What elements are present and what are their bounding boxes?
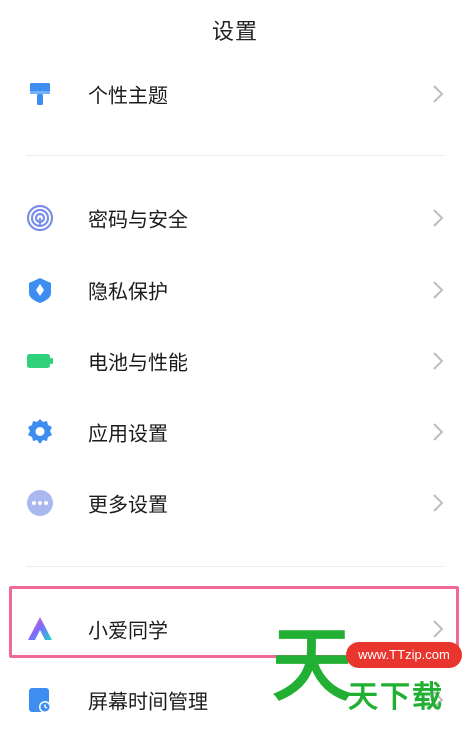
chevron-right-icon [432, 351, 444, 371]
chevron-right-icon [432, 493, 444, 513]
chevron-right-icon [432, 208, 444, 228]
settings-item-label: 电池与性能 [88, 350, 188, 375]
settings-item-label: 屏幕时间管理 [88, 689, 208, 714]
settings-item-privacy[interactable]: 隐私保护 [0, 260, 470, 320]
watermark-logo-char: 天 [272, 619, 352, 712]
chevron-right-icon [432, 422, 444, 442]
settings-item-battery[interactable]: 电池与性能 [0, 331, 470, 391]
settings-item-label: 密码与安全 [88, 207, 188, 232]
battery-icon [26, 347, 54, 375]
settings-item-app-settings[interactable]: 应用设置 [0, 402, 470, 462]
more-dots-icon [26, 489, 54, 517]
watermark-text: 天下载 [348, 680, 444, 715]
group-divider [26, 155, 444, 156]
group-divider [26, 566, 444, 567]
paint-brush-icon [26, 80, 54, 108]
settings-item-label: 隐私保护 [88, 279, 168, 304]
settings-item-label: 更多设置 [88, 492, 168, 517]
settings-item-password-security[interactable]: 密码与安全 [0, 188, 470, 248]
settings-item-more-settings[interactable]: 更多设置 [0, 473, 470, 533]
screen-time-icon [26, 686, 54, 714]
gear-icon [26, 418, 54, 446]
settings-item-label: 应用设置 [88, 421, 168, 446]
settings-item-theme[interactable]: 个性主题 [0, 64, 470, 124]
watermark-url: www.TTzip.com [346, 642, 462, 668]
chevron-right-icon [432, 84, 444, 104]
chevron-right-icon [432, 280, 444, 300]
privacy-shield-icon [26, 276, 54, 304]
site-watermark: 天 www.TTzip.com 天下载 [272, 622, 462, 722]
settings-item-label: 个性主题 [88, 83, 168, 108]
page-title: 设置 [211, 20, 258, 45]
fingerprint-icon [26, 204, 54, 232]
